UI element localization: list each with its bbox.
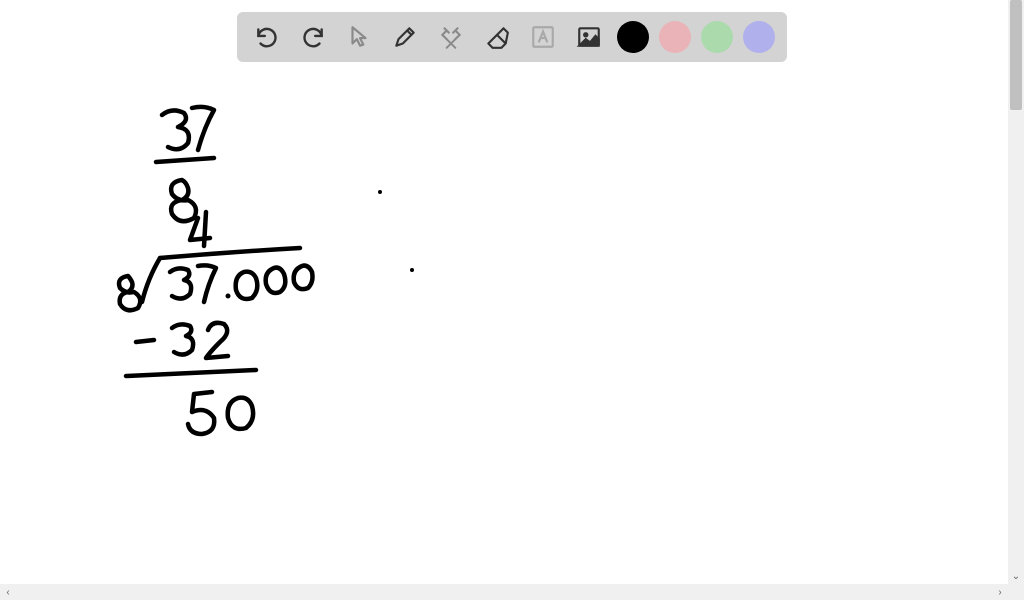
scroll-left-arrow[interactable]: ‹ [0,584,16,600]
redo-icon [300,24,326,50]
eraser-tool-button[interactable] [479,19,515,55]
text-icon [530,24,556,50]
pointer-icon [346,24,372,50]
color-black[interactable] [617,21,649,53]
image-tool-button[interactable] [571,19,607,55]
tools-button[interactable] [433,19,469,55]
handwritten-math-content [100,80,500,480]
eraser-icon [484,24,510,50]
vertical-scrollbar[interactable]: ⌄ [1008,0,1024,584]
vertical-scroll-thumb[interactable] [1010,0,1022,110]
color-purple[interactable] [743,21,775,53]
scroll-down-arrow[interactable]: ⌄ [1008,568,1024,584]
undo-icon [254,24,280,50]
pointer-tool-button[interactable] [341,19,377,55]
color-green[interactable] [701,21,733,53]
scroll-right-arrow[interactable]: › [992,584,1008,600]
drawing-toolbar [237,12,787,62]
scrollbar-corner [1008,584,1024,600]
redo-button[interactable] [295,19,331,55]
horizontal-scrollbar[interactable]: ‹ › [0,584,1008,600]
text-tool-button[interactable] [525,19,561,55]
undo-button[interactable] [249,19,285,55]
image-icon [576,24,602,50]
drawing-canvas[interactable] [0,0,1008,584]
pen-icon [392,24,418,50]
pen-tool-button[interactable] [387,19,423,55]
color-pink[interactable] [659,21,691,53]
tools-icon [438,24,464,50]
